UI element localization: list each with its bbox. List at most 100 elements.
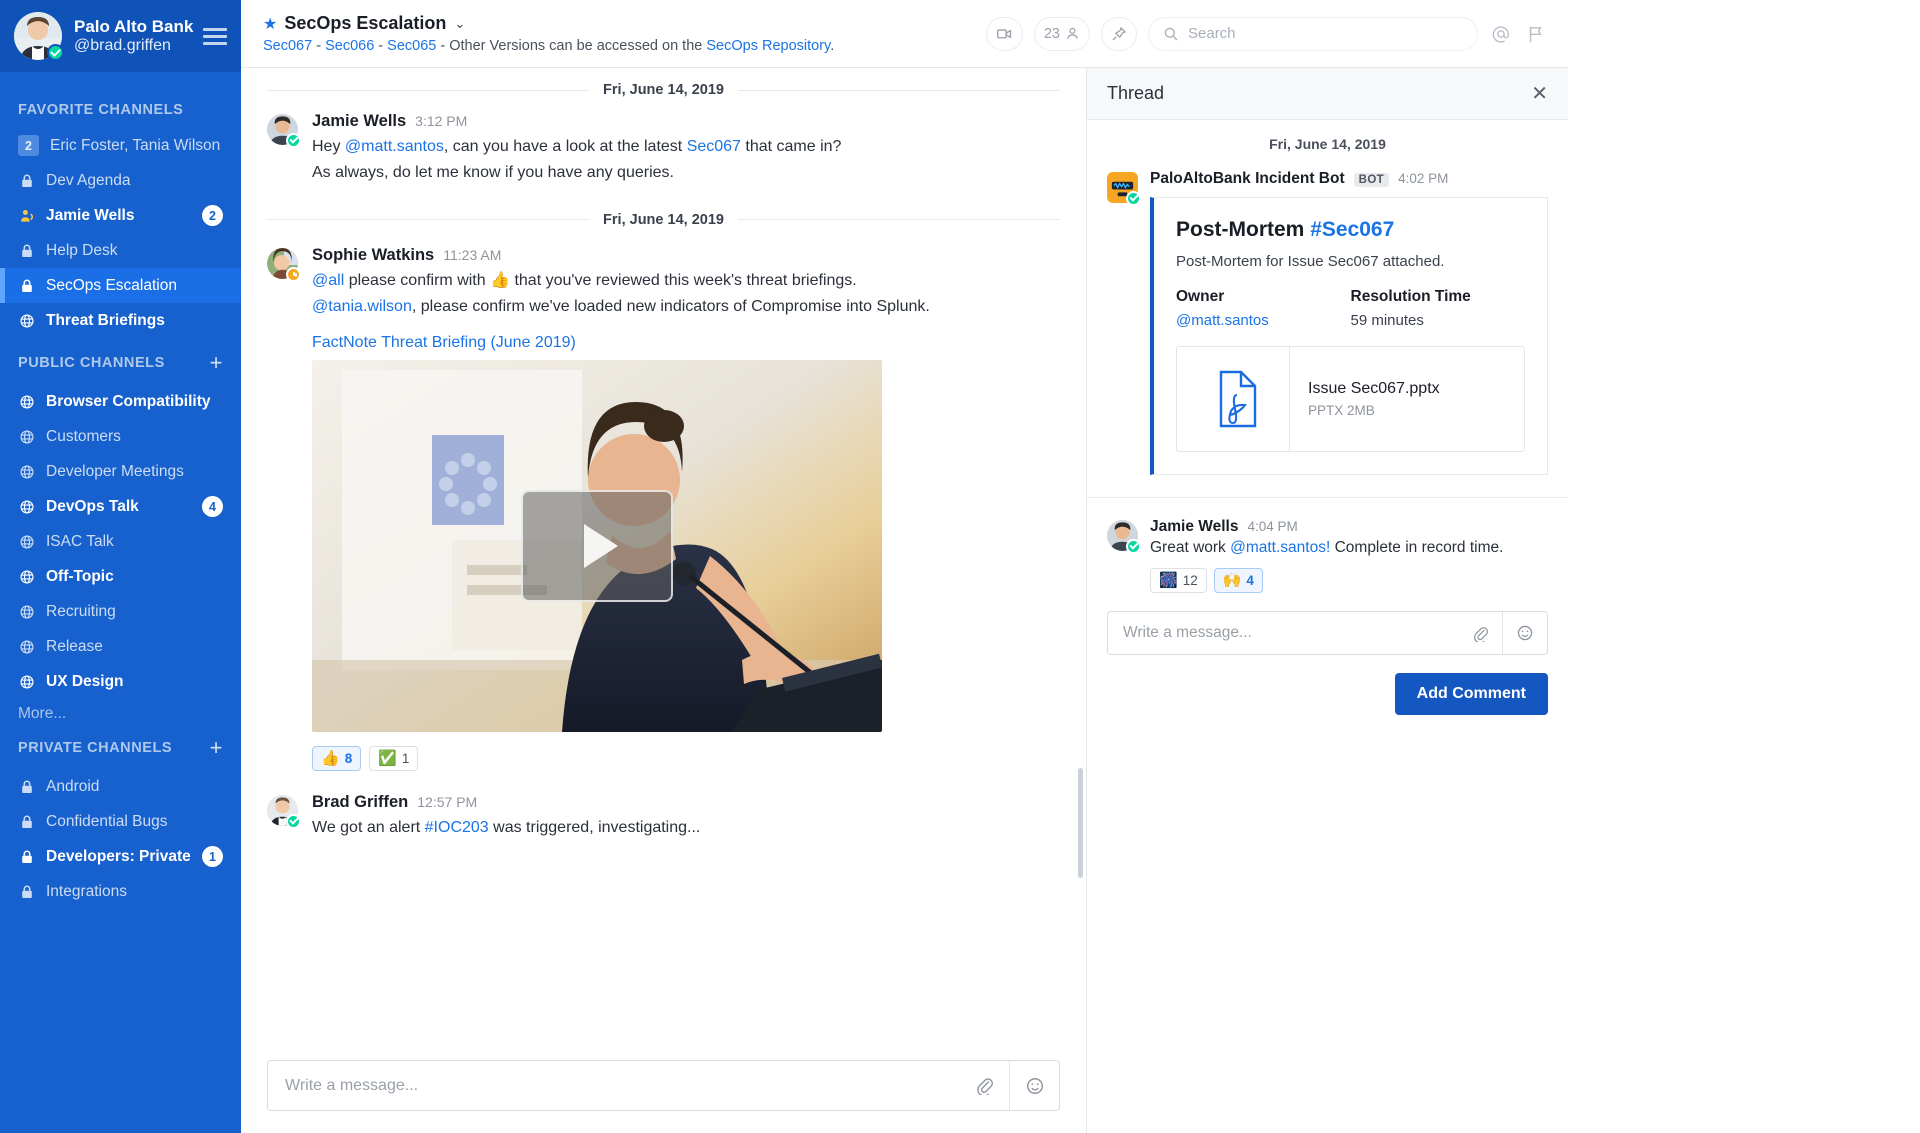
thread-attach-file-button[interactable] [1458,612,1502,654]
more-channels-link[interactable]: More... [0,699,241,723]
globe-icon [19,569,35,585]
scrollbar-thumb[interactable] [1078,768,1083,878]
message-timestamp: 12:57 PM [417,794,477,810]
attachment-title-link[interactable]: FactNote Threat Briefing (June 2019) [312,334,1060,352]
reaction-count: 12 [1183,573,1198,588]
sidebar-item-browser-compatibility[interactable]: Browser Compatibility [0,384,241,419]
sidebar-item-recruiting[interactable]: Recruiting [0,594,241,629]
thread-composer[interactable] [1107,611,1548,655]
paperclip-icon [1472,625,1489,642]
sidebar-item-ux-design[interactable]: UX Design [0,664,241,699]
purpose-link-sec065[interactable]: Sec065 [387,38,436,54]
purpose-link-repository[interactable]: SecOps Repository [706,38,830,54]
emoji-picker-button[interactable] [1010,1061,1059,1110]
message-input[interactable] [268,1077,960,1095]
channel-header-actions: 23 [986,17,1548,51]
sidebar-item-release[interactable]: Release [0,629,241,664]
hamburger-menu-icon[interactable] [203,28,227,45]
start-call-button[interactable] [986,17,1023,51]
reaction-chip[interactable]: ✅1 [369,746,418,771]
text-part: please confirm with [344,272,490,289]
purpose-link-sec066[interactable]: Sec066 [325,38,374,54]
avatar[interactable] [14,12,62,60]
sidebar-item-developers-private[interactable]: Developers: Private1 [0,839,241,874]
pushpin-icon [1111,26,1127,42]
sidebar-item-jamie-wells[interactable]: Jamie Wells2 [0,198,241,233]
saved-posts-button[interactable] [1524,24,1548,44]
avatar[interactable] [267,248,298,279]
lock-icon [18,848,35,865]
mention-link[interactable]: @matt.santos! [1230,539,1330,556]
search-input[interactable] [1188,25,1463,42]
sidebar-item-label: Recruiting [46,603,223,621]
avatar[interactable] [1107,172,1138,203]
reaction-emoji: 👍 [321,751,340,766]
chevron-down-icon[interactable]: ⌄ [454,16,465,32]
add-channel-icon[interactable]: + [210,352,223,374]
sidebar-item-confidential-bugs[interactable]: Confidential Bugs [0,804,241,839]
sidebar-item-secops-escalation[interactable]: SecOps Escalation [0,268,241,303]
sidebar-item-developer-meetings[interactable]: Developer Meetings [0,454,241,489]
message-composer[interactable] [267,1060,1060,1111]
thread-message-input[interactable] [1108,624,1458,642]
reaction-count: 8 [345,751,353,766]
search-box[interactable] [1148,17,1478,51]
sidebar-item-threat-briefings[interactable]: Threat Briefings [0,303,241,338]
star-icon[interactable]: ★ [263,14,277,34]
reaction-chip[interactable]: 👍8 [312,746,361,771]
lock-icon [18,242,35,259]
globe-icon [19,604,35,620]
issue-link[interactable]: Sec067 [687,138,741,155]
mention-link-tania[interactable]: @tania.wilson [312,298,412,315]
ioc-link[interactable]: #IOC203 [425,819,489,836]
message-body: Sophie Watkins 11:23 AM @all please conf… [312,246,1060,771]
reaction-emoji: ✅ [378,751,397,766]
main-panel: ★ SecOps Escalation ⌄ Sec067 - Sec066 - … [241,0,1568,1133]
attach-file-button[interactable] [960,1061,1009,1110]
search-icon [1163,26,1179,42]
sidebar-item-customers[interactable]: Customers [0,419,241,454]
sidebar-item-android[interactable]: Android [0,769,241,804]
reply-timestamp: 4:04 PM [1247,519,1297,534]
sidebar-item-label: Threat Briefings [46,312,223,330]
globe-icon [18,568,35,585]
channel-title-row: ★ SecOps Escalation ⌄ [263,13,986,34]
thread-reply-header: Jamie Wells 4:04 PM [1150,518,1548,536]
avatar[interactable] [267,114,298,145]
reaction-emoji: 🙌 [1223,573,1242,588]
video-attachment[interactable] [312,360,882,732]
sidebar-item-eric-foster-tania-wilson[interactable]: 2Eric Foster, Tania Wilson [0,128,241,163]
avatar[interactable] [1107,520,1138,551]
sidebar-item-off-topic[interactable]: Off-Topic [0,559,241,594]
sidebar-item-integrations[interactable]: Integrations [0,874,241,909]
message-header: Brad Griffen 12:57 PM [312,793,1060,812]
sidebar-item-label: Off-Topic [46,568,223,586]
thread-emoji-picker-button[interactable] [1503,612,1547,654]
sidebar-item-dev-agenda[interactable]: Dev Agenda [0,163,241,198]
mention-link[interactable]: @matt.santos [345,138,444,155]
file-attachment[interactable]: Issue Sec067.pptx PPTX 2MB [1176,346,1525,452]
purpose-link-sec067[interactable]: Sec067 [263,38,312,54]
lock-icon [18,778,35,795]
message-body: Brad Griffen 12:57 PM We got an alert #I… [312,793,1060,841]
avatar[interactable] [267,795,298,826]
add-comment-button[interactable]: Add Comment [1395,673,1548,715]
reaction-chip[interactable]: 🎆12 [1150,568,1207,593]
owner-value[interactable]: @matt.santos [1176,312,1351,329]
sidebar-section-title: PUBLIC CHANNELS [18,355,165,371]
reaction-chip[interactable]: 🙌4 [1214,568,1263,593]
play-icon[interactable] [521,490,673,602]
pinned-posts-button[interactable] [1101,17,1137,51]
sidebar-item-isac-talk[interactable]: ISAC Talk [0,524,241,559]
add-channel-icon[interactable]: + [210,737,223,759]
reply-author: Jamie Wells [1150,518,1238,536]
sidebar-item-help-desk[interactable]: Help Desk [0,233,241,268]
members-button[interactable]: 23 [1034,17,1090,51]
close-icon[interactable]: ✕ [1531,84,1548,104]
status-indicator-online [1126,539,1141,554]
mentions-button[interactable] [1489,24,1513,44]
divider-line-right [738,90,1060,91]
content-split: Fri, June 14, 2019 [241,68,1568,1133]
sidebar-item-devops-talk[interactable]: DevOps Talk4 [0,489,241,524]
mention-all-link[interactable]: @all [312,272,344,289]
